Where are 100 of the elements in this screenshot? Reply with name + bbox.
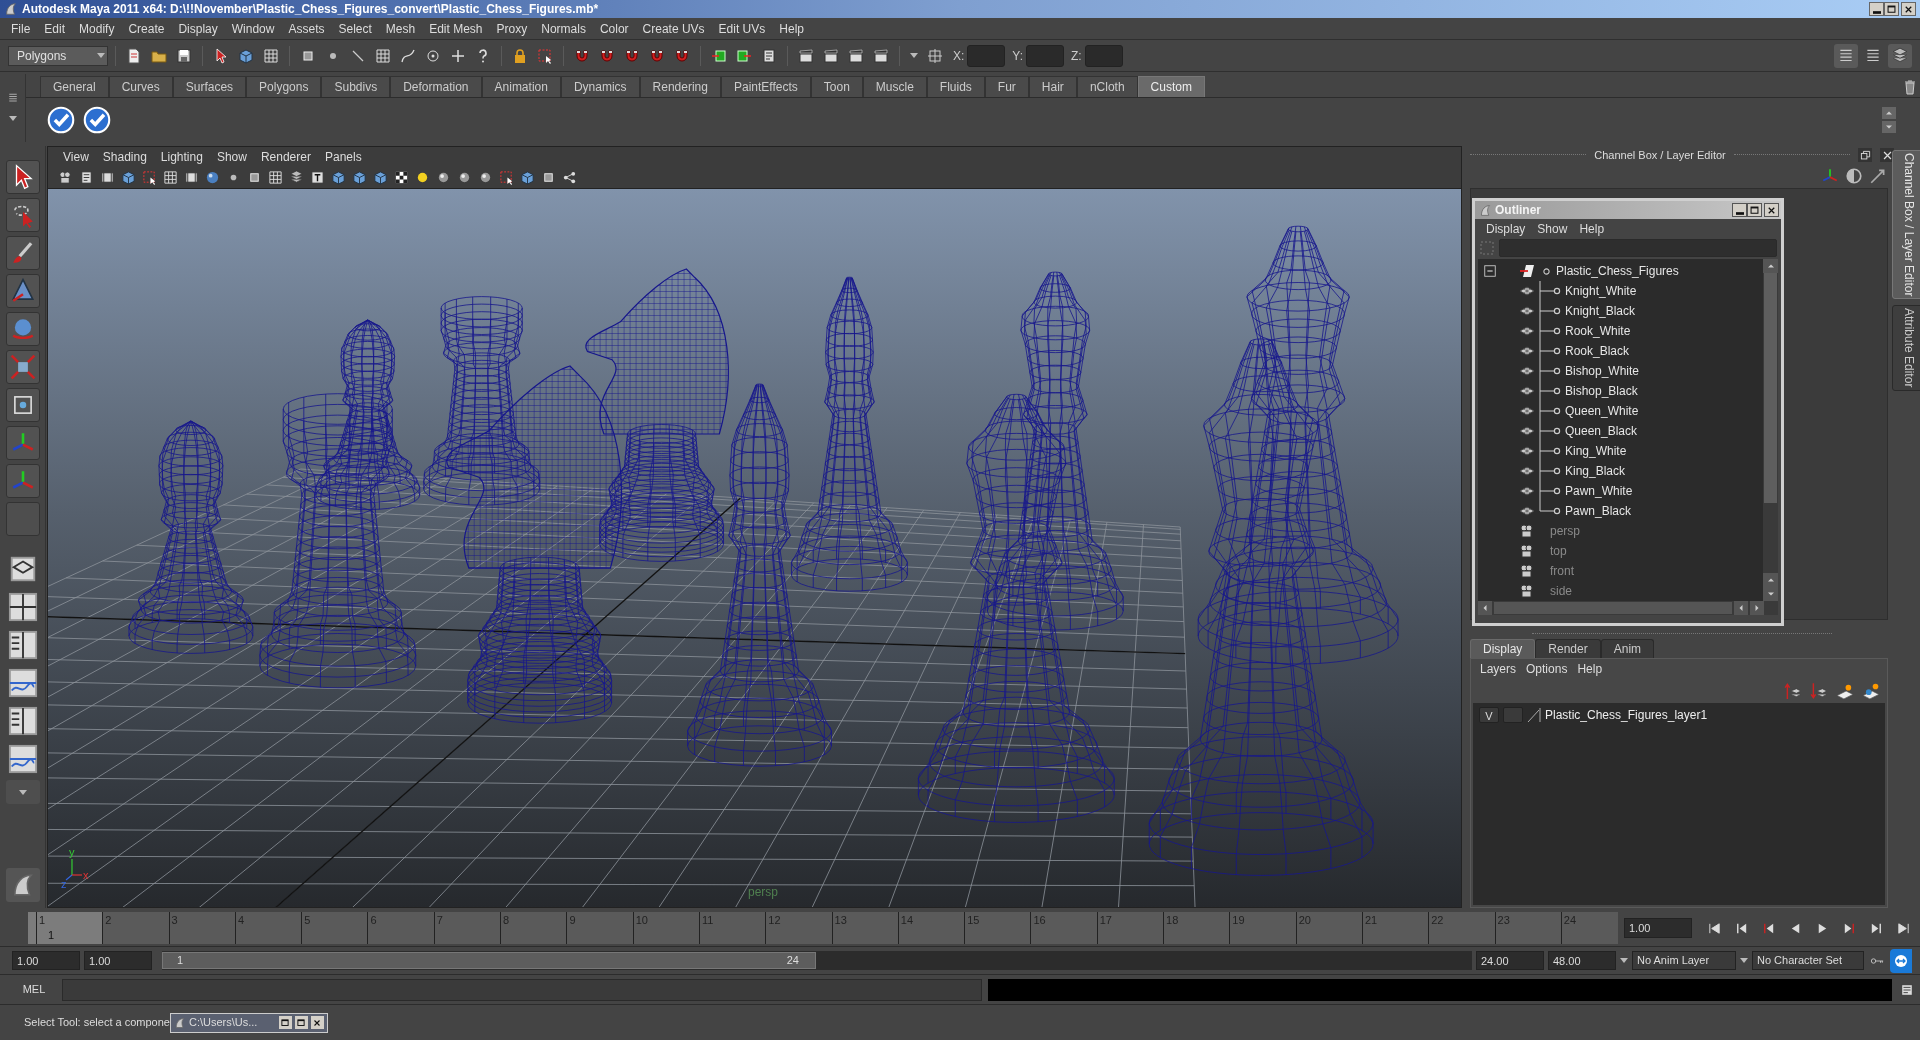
layer-tab[interactable]: Display	[1470, 639, 1536, 658]
outliner-item[interactable]: Knight_Black	[1478, 301, 1763, 321]
outliner-item[interactable]: side	[1478, 581, 1763, 601]
outliner-item[interactable]: Queen_White	[1478, 401, 1763, 421]
outliner-item[interactable]: top	[1478, 541, 1763, 561]
outliner-item[interactable]: Pawn_White	[1478, 481, 1763, 501]
panel-menu-item[interactable]: Shading	[95, 148, 154, 166]
item-label: Knight_White	[1565, 283, 1637, 300]
outliner-item[interactable]: front	[1478, 561, 1763, 581]
menu-item[interactable]: Create	[121, 19, 172, 38]
shelf-tab[interactable]: Fur	[984, 76, 1029, 97]
panel-menu-item[interactable]: Lighting	[153, 148, 210, 166]
camera-label: persp	[748, 884, 779, 901]
outliner-item[interactable]: Pawn_Black	[1478, 501, 1763, 521]
outliner-title: Outliner	[1495, 202, 1541, 219]
menu-item[interactable]: Help	[1572, 660, 1608, 678]
menu-item[interactable]: Display	[1481, 219, 1531, 238]
menu-item[interactable]: Proxy	[489, 19, 535, 38]
start-time-field[interactable]: 1.00	[12, 951, 80, 970]
menu-item[interactable]: Window	[224, 19, 282, 38]
shelf-tab[interactable]: Animation	[481, 76, 561, 97]
side-tab[interactable]: Channel Box / Layer Editor	[1892, 150, 1920, 300]
shelf-tab[interactable]: Surfaces	[172, 76, 247, 97]
layer-tab[interactable]: Render	[1535, 639, 1601, 658]
item-label: King_Black	[1565, 463, 1626, 480]
window-title: Autodesk Maya 2011 x64: D:\!!November\Plastic_Chess_Figures_convert\Plastic_Chess_Figures.mb*	[22, 1, 599, 18]
menu-item[interactable]: Color	[592, 19, 636, 38]
outliner-item[interactable]: Plastic_Chess_Figures	[1478, 261, 1763, 281]
side-tab[interactable]: Attribute Editor	[1892, 305, 1920, 391]
shelf-tab[interactable]: Polygons	[246, 76, 322, 97]
menu-item[interactable]: Edit	[37, 19, 73, 38]
item-label: persp	[1550, 523, 1581, 540]
menu-item[interactable]: Display	[171, 19, 225, 38]
outliner-item[interactable]: persp	[1478, 521, 1763, 541]
item-label: Rook_White	[1565, 323, 1631, 340]
outliner-item[interactable]: Rook_Black	[1478, 341, 1763, 361]
shelf-tab[interactable]: Curves	[108, 76, 173, 97]
panel-menu-item[interactable]: Show	[209, 148, 254, 166]
character-set-dropdown[interactable]: No Character Set	[1752, 951, 1864, 970]
shelf-tab[interactable]: General	[40, 76, 109, 97]
command-language-label: MEL	[21, 982, 47, 998]
shelf-tab[interactable]: Subdivs	[321, 76, 391, 97]
menu-item[interactable]: Help	[1574, 219, 1610, 238]
minimized-window[interactable]: C:\Users\Us...	[169, 1012, 328, 1033]
shelf-tab[interactable]: Custom	[1137, 76, 1205, 97]
panel-menu-item[interactable]: View	[56, 148, 96, 166]
outliner-item[interactable]: King_Black	[1478, 461, 1763, 481]
menu-set-dropdown[interactable]: Polygons	[8, 45, 108, 66]
frame-tick-label: 4	[237, 913, 244, 928]
layer-tab[interactable]: Anim	[1600, 639, 1655, 658]
range-start-label: 1	[177, 953, 184, 969]
shelf-tab[interactable]: Dynamics	[560, 76, 640, 97]
menu-item[interactable]: Normals	[534, 19, 593, 38]
item-label: Pawn_Black	[1565, 503, 1632, 520]
outliner-item[interactable]: Bishop_White	[1478, 361, 1763, 381]
range-slider-handle[interactable]: 1 24	[162, 952, 816, 969]
shelf-tab[interactable]: Toon	[810, 76, 863, 97]
frame-tick-label: 19	[1232, 913, 1245, 928]
shelf-tab[interactable]: Hair	[1028, 76, 1077, 97]
panel-menu-item[interactable]: Renderer	[253, 148, 318, 166]
shelf-tab[interactable]: Fluids	[926, 76, 985, 97]
item-label: Knight_Black	[1565, 303, 1636, 320]
current-time-field[interactable]: 1.00	[1624, 918, 1692, 938]
help-line-text: Select Tool: select a compone	[23, 1015, 170, 1031]
menu-item[interactable]: Modify	[72, 19, 122, 38]
outliner-item[interactable]: King_White	[1478, 441, 1763, 461]
menu-item[interactable]: Mesh	[378, 19, 423, 38]
outliner-item[interactable]: Queen_Black	[1478, 421, 1763, 441]
menu-item[interactable]: Options	[1521, 660, 1573, 678]
shelf-tab[interactable]: Rendering	[639, 76, 721, 97]
layer-name: Plastic_Chess_Figures_layer1	[1545, 707, 1708, 724]
menu-item[interactable]: Layers	[1475, 660, 1522, 678]
menu-item[interactable]: Create UVs	[635, 19, 712, 38]
menu-item[interactable]: File	[4, 19, 38, 38]
coord-label: X:	[953, 47, 965, 65]
panel-menu-item[interactable]: Panels	[317, 148, 369, 166]
shelf-tab[interactable]: PaintEffects	[720, 76, 811, 97]
visibility-toggle[interactable]: V	[1479, 707, 1499, 723]
outliner-item[interactable]: Rook_White	[1478, 321, 1763, 341]
anim-layer-dropdown[interactable]: No Anim Layer	[1632, 951, 1736, 970]
menu-item[interactable]: Edit UVs	[711, 19, 773, 38]
current-frame-label: 1	[48, 927, 55, 943]
menu-item[interactable]: Show	[1532, 219, 1573, 238]
menu-item[interactable]: Edit Mesh	[422, 19, 490, 38]
shelf-tab[interactable]: Deformation	[390, 76, 482, 97]
menu-item[interactable]: Assets	[281, 19, 332, 38]
shelf-tab[interactable]: Muscle	[862, 76, 927, 97]
item-label: top	[1550, 543, 1567, 560]
item-label: Bishop_White	[1565, 363, 1640, 380]
outliner-item[interactable]: Bishop_Black	[1478, 381, 1763, 401]
shelf-tab[interactable]: nCloth	[1076, 76, 1138, 97]
menu-item[interactable]: Help	[772, 19, 811, 38]
layer-row[interactable]: V Plastic_Chess_Figures_layer1	[1473, 705, 1885, 725]
outliner-item[interactable]: Knight_White	[1478, 281, 1763, 301]
menu-item[interactable]: Select	[331, 19, 379, 38]
item-label: Pawn_White	[1565, 483, 1633, 500]
end-time-field[interactable]: 48.00	[1548, 951, 1616, 970]
playback-start-field[interactable]: 1.00	[84, 951, 152, 970]
frame-tick-label: 12	[768, 913, 781, 928]
playback-end-field[interactable]: 24.00	[1476, 951, 1544, 970]
